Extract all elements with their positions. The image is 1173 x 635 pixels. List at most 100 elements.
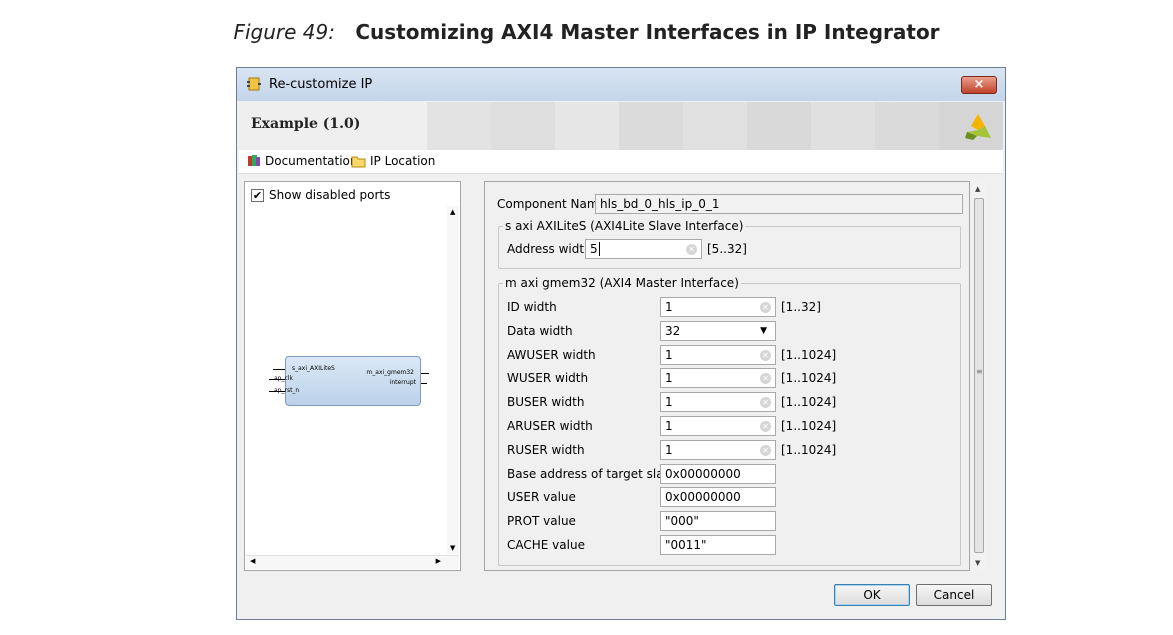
dropdown-value: 32: [665, 324, 681, 338]
param-range: [1..1024]: [781, 443, 837, 457]
param-label: BUSER width: [507, 395, 585, 409]
parameters-panel: Component Name hls_bd_0_hls_ip_0_1 s axi…: [484, 181, 970, 571]
param-value: 0x00000000: [665, 467, 741, 481]
ok-button[interactable]: OK: [834, 584, 910, 606]
m-axi-group-legend: m axi gmem32 (AXI4 Master Interface): [505, 276, 739, 290]
scrollbar-thumb[interactable]: ≡: [974, 198, 984, 553]
param-value: 1: [665, 419, 673, 433]
ip-name-version: Example (1.0): [251, 116, 361, 132]
param-label: ID width: [507, 300, 557, 314]
param-label: ARUSER width: [507, 419, 593, 433]
param-input[interactable]: "000": [660, 511, 776, 531]
clear-icon[interactable]: ✕: [760, 373, 771, 384]
clear-icon[interactable]: ✕: [760, 350, 771, 361]
port-rst-label: ap_rst_n: [274, 387, 300, 394]
port-clk-label: ap_clk: [274, 375, 293, 382]
xilinx-logo-icon: [965, 114, 991, 140]
param-range: [1..1024]: [781, 348, 837, 362]
pin-line: [421, 373, 429, 374]
param-input[interactable]: 1 ✕: [660, 297, 776, 317]
ip-location-label: IP Location: [370, 154, 436, 168]
ip-block-symbol[interactable]: s_axi_AXILiteS ap_clk ap_rst_n m_axi_gme…: [274, 356, 421, 406]
scroll-down-arrow-icon[interactable]: ▼: [975, 559, 980, 567]
port-s-axi-label: s_axi_AXILiteS: [292, 365, 335, 372]
documentation-bar: Documentation IP Location: [239, 150, 1003, 174]
param-input[interactable]: 1 ✕: [660, 440, 776, 460]
data-width-dropdown[interactable]: 32 ▼: [660, 321, 776, 341]
show-disabled-ports-label: Show disabled ports: [269, 188, 391, 202]
cancel-button[interactable]: Cancel: [916, 584, 992, 606]
param-label: RUSER width: [507, 443, 585, 457]
port-interrupt-label: interrupt: [389, 379, 416, 386]
address-width-field[interactable]: 5 ✕: [585, 239, 702, 259]
pin-line: [421, 383, 427, 384]
symbol-vertical-scrollbar[interactable]: ▲ ▼: [447, 206, 459, 554]
scroll-down-arrow-icon[interactable]: ▼: [450, 544, 455, 552]
address-width-label: Address width: [507, 242, 592, 256]
show-disabled-ports-option[interactable]: ✔ Show disabled ports: [251, 188, 390, 202]
scroll-right-arrow-icon[interactable]: ▶: [436, 557, 441, 565]
param-range: [1..1024]: [781, 371, 837, 385]
scroll-left-arrow-icon[interactable]: ◀: [250, 557, 255, 565]
param-value: 1: [665, 371, 673, 385]
scroll-up-arrow-icon[interactable]: ▲: [450, 208, 455, 216]
figure-label: Figure 49:: [233, 20, 335, 44]
symbol-horizontal-scrollbar[interactable]: ◀ ▶: [246, 555, 459, 569]
recustomize-ip-dialog: Re-customize IP × Example (1.0) Document…: [236, 67, 1006, 620]
param-label: Data width: [507, 324, 573, 338]
param-value: 0x00000000: [665, 490, 741, 504]
param-value: 1: [665, 395, 673, 409]
book-icon: [248, 155, 260, 166]
component-name-label: Component Name: [497, 197, 606, 211]
param-label: USER value: [507, 490, 576, 504]
ip-banner: Example (1.0): [239, 102, 1003, 150]
clear-icon[interactable]: ✕: [760, 302, 771, 313]
param-value: "000": [665, 514, 699, 528]
s-axi-group-legend: s axi AXILiteS (AXI4Lite Slave Interface…: [505, 219, 744, 233]
title-bar: Re-customize IP ×: [237, 68, 1005, 101]
param-range: [1..1024]: [781, 419, 837, 433]
param-value: 1: [665, 348, 673, 362]
param-label: AWUSER width: [507, 348, 596, 362]
pin-line: [273, 369, 285, 370]
param-input[interactable]: 0x00000000: [660, 464, 776, 484]
param-label: WUSER width: [507, 371, 589, 385]
documentation-label: Documentation: [265, 154, 358, 168]
parameters-vertical-scrollbar[interactable]: ▲ ≡ ▼: [971, 183, 987, 569]
param-value: "0011": [665, 538, 707, 552]
ip-symbol-panel: ✔ Show disabled ports ▲ ▼ ◀ ▶ s_axi_AXIL…: [244, 181, 461, 571]
param-input[interactable]: 1 ✕: [660, 345, 776, 365]
param-label: CACHE value: [507, 538, 585, 552]
close-button[interactable]: ×: [961, 76, 997, 94]
param-input[interactable]: 1 ✕: [660, 416, 776, 436]
param-label: PROT value: [507, 514, 576, 528]
window-title: Re-customize IP: [269, 77, 373, 92]
figure-title: Customizing AXI4 Master Interfaces in IP…: [355, 20, 940, 44]
param-input[interactable]: "0011": [660, 535, 776, 555]
figure-caption: Figure 49: Customizing AXI4 Master Inter…: [0, 20, 1173, 44]
clear-icon[interactable]: ✕: [686, 244, 697, 255]
param-value: 1: [665, 443, 673, 457]
param-input[interactable]: 0x00000000: [660, 487, 776, 507]
param-label: Base address of target slave: [507, 467, 679, 481]
port-m-axi-label: m_axi_gmem32: [366, 369, 414, 376]
ip-location-link[interactable]: IP Location: [351, 154, 435, 168]
param-range: [1..32]: [781, 300, 821, 314]
clear-icon[interactable]: ✕: [760, 397, 771, 408]
param-input[interactable]: 1 ✕: [660, 392, 776, 412]
clear-icon[interactable]: ✕: [760, 421, 771, 432]
param-range: [1..1024]: [781, 395, 837, 409]
ip-app-icon: [247, 77, 261, 91]
scroll-up-arrow-icon[interactable]: ▲: [975, 185, 980, 193]
address-width-value: 5: [590, 242, 598, 256]
show-disabled-ports-checkbox[interactable]: ✔: [251, 188, 264, 202]
clear-icon[interactable]: ✕: [760, 445, 771, 456]
documentation-link[interactable]: Documentation: [247, 154, 358, 168]
param-value: 1: [665, 300, 673, 314]
address-width-range: [5..32]: [707, 242, 747, 256]
param-input[interactable]: 1 ✕: [660, 368, 776, 388]
chevron-down-icon[interactable]: ▼: [760, 326, 767, 336]
folder-icon: [351, 156, 366, 167]
grip-icon: ≡: [976, 367, 983, 376]
component-name-field[interactable]: hls_bd_0_hls_ip_0_1: [595, 194, 963, 214]
